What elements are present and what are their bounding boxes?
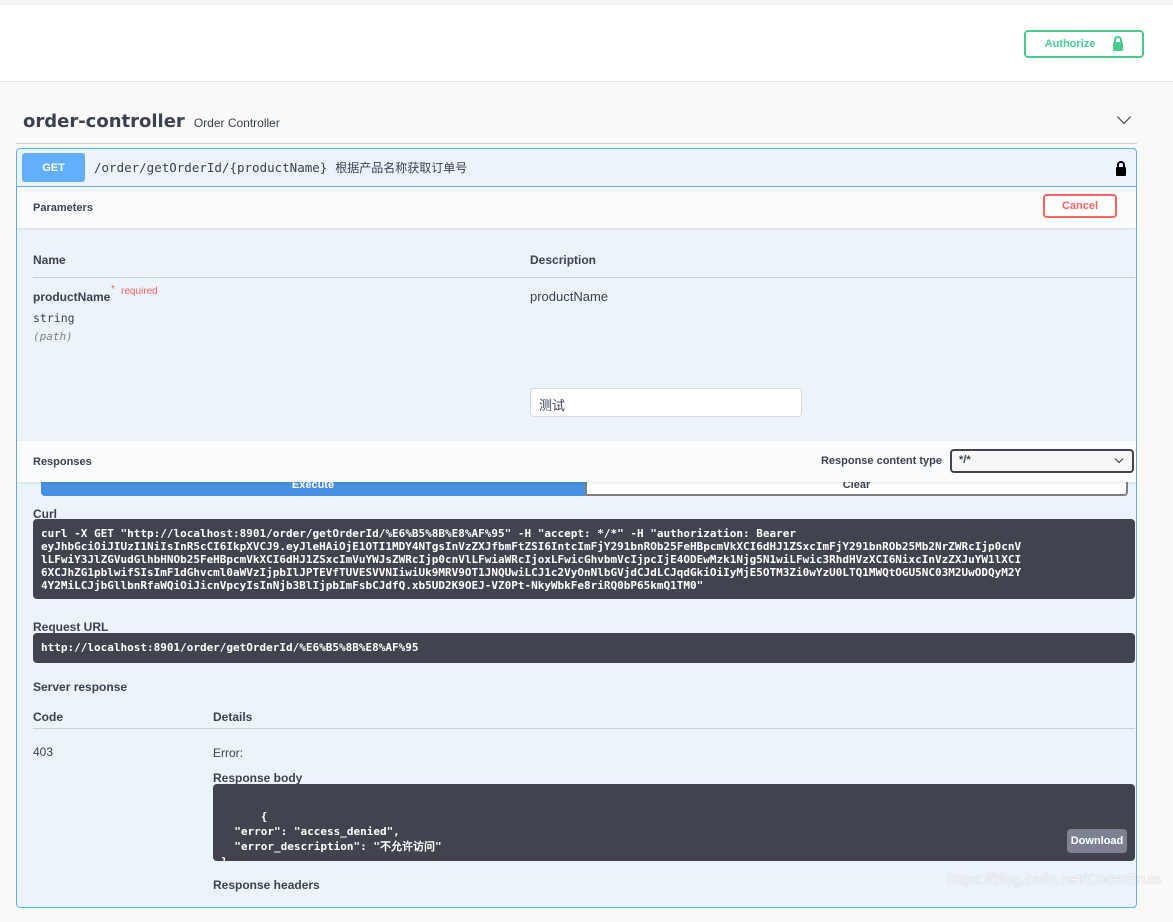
divider (33, 728, 1135, 729)
method-badge: GET (22, 153, 85, 182)
responses-header: Responses Response content type */* (17, 441, 1136, 482)
watermark: https://blog.csdn.net/CoderBruis (947, 871, 1161, 888)
col-code: Code (33, 710, 63, 724)
content-type-select[interactable]: */* (950, 449, 1134, 473)
lock-icon[interactable] (1116, 161, 1126, 176)
col-description: Description (530, 253, 597, 267)
responses-title: Responses (33, 455, 92, 468)
required-mark: * (111, 284, 115, 295)
responses-body: Curl curl -X GET "http://localhost:8901/… (17, 482, 1136, 922)
tag-name: order-controller (23, 111, 185, 132)
chevron-down-icon[interactable] (1116, 109, 1132, 125)
download-button[interactable]: Download (1067, 829, 1127, 853)
parameters-body: Name Description productName * required … (17, 228, 1136, 496)
divider (33, 277, 1135, 278)
parameters-header: Parameters Cancel (17, 187, 1136, 228)
response-body-text: { "error": "access_denied", "error_descr… (221, 810, 442, 861)
response-headers-label: Response headers (213, 878, 320, 892)
authorize-label: Authorize (1044, 38, 1096, 50)
content-type-label: Response content type (820, 455, 942, 467)
param-description: productName (530, 289, 609, 304)
operation-summary[interactable]: GET /order/getOrderId/{productName} 根据产品… (17, 149, 1136, 187)
parameters-title: Parameters (33, 201, 93, 214)
operation-summary-text: 根据产品名称获取订单号 (335, 161, 468, 175)
param-type: string (33, 311, 75, 325)
authorize-button[interactable]: Authorize (1024, 30, 1144, 58)
response-body: { "error": "access_denied", "error_descr… (213, 784, 1135, 861)
cancel-button[interactable]: Cancel (1043, 194, 1117, 218)
operation-block: GET /order/getOrderId/{productName} 根据产品… (16, 148, 1137, 908)
product-name-input[interactable]: 测试 (530, 388, 802, 417)
col-name: Name (33, 253, 66, 267)
tag-description: Order Controller (193, 115, 280, 130)
tag-section-header[interactable]: order-controller Order Controller (16, 100, 1137, 144)
param-name: productName (33, 290, 111, 304)
operation-path: /order/getOrderId/{productName} (94, 160, 328, 175)
curl-command[interactable]: curl -X GET "http://localhost:8901/order… (33, 519, 1135, 599)
request-url-label: Request URL (33, 620, 109, 634)
header: Authorize (0, 5, 1173, 82)
lock-icon (1113, 35, 1124, 51)
required-label: required (121, 286, 158, 297)
col-details: Details (213, 710, 253, 724)
param-in: (path) (33, 330, 73, 343)
response-body-label: Response body (213, 771, 303, 785)
status-code: 403 (33, 745, 54, 759)
error-label: Error: (213, 746, 243, 760)
request-url[interactable]: http://localhost:8901/order/getOrderId/%… (33, 633, 1135, 663)
server-response-label: Server response (33, 680, 128, 694)
